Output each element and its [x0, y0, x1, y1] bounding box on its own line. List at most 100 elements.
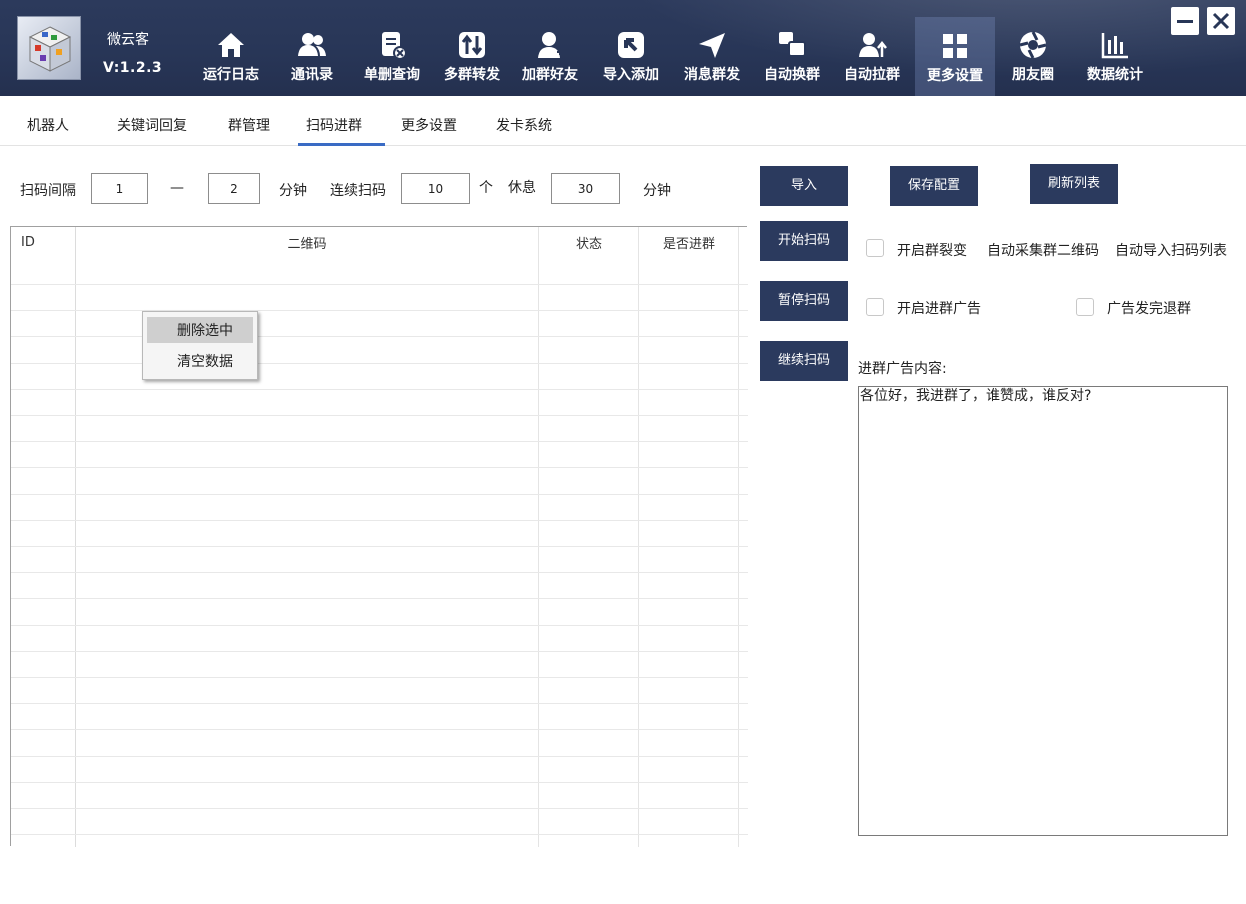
join-ad-checkbox[interactable]	[866, 298, 884, 316]
group-fission-label: 开启群裂变	[897, 243, 967, 259]
tab-group-management[interactable]: 群管理	[228, 115, 270, 135]
nav-item-add-group-friends[interactable]: 加群好友	[515, 16, 585, 96]
import-button[interactable]: 导入	[760, 166, 848, 206]
menu-item-clear-data[interactable]: 清空数据	[147, 348, 253, 374]
nav-label: 自动换群	[764, 67, 820, 83]
app-version: V:1.2.3	[103, 60, 163, 76]
nav-label: 加群好友	[522, 67, 578, 83]
nav-item-single-delete-check[interactable]: 单删查询	[357, 16, 427, 96]
nav-item-auto-switch-group[interactable]: 自动换群	[757, 16, 827, 96]
ad-content-label: 进群广告内容:	[858, 361, 947, 377]
minimize-button[interactable]	[1171, 7, 1199, 35]
column-divider	[75, 227, 76, 847]
nav-label: 多群转发	[444, 67, 500, 83]
table-row-line	[11, 441, 748, 442]
rest-minute-unit-label: 分钟	[643, 183, 671, 199]
interval-max-input[interactable]: 2	[208, 173, 260, 204]
nav-label: 导入添加	[603, 67, 659, 83]
nav-item-mass-message[interactable]: 消息群发	[677, 16, 747, 96]
column-divider	[638, 227, 639, 847]
table-row-line	[11, 389, 748, 390]
column-header-joined[interactable]: 是否进群	[639, 227, 739, 258]
range-dash: —	[170, 180, 184, 196]
continue-scan-button[interactable]: 继续扫码	[760, 341, 848, 381]
add-friend-icon	[538, 32, 563, 58]
interval-min-input[interactable]: 1	[91, 173, 148, 204]
delete-check-icon	[382, 32, 407, 60]
nav-label: 单删查询	[364, 67, 420, 83]
nav-item-multi-forward[interactable]: 多群转发	[437, 16, 507, 96]
contacts-icon	[298, 33, 326, 56]
pause-scan-button[interactable]: 暂停扫码	[760, 281, 848, 321]
nav-item-run-log[interactable]: 运行日志	[196, 16, 266, 96]
tab-more-settings[interactable]: 更多设置	[401, 115, 457, 135]
nav-label: 运行日志	[203, 67, 259, 83]
table-row-line	[11, 494, 748, 495]
tab-keyword-reply[interactable]: 关键词回复	[117, 115, 187, 135]
tab-scan-join-group[interactable]: 扫码进群	[306, 115, 362, 135]
nav-item-more-settings[interactable]: 更多设置	[915, 17, 995, 96]
table-row-line	[11, 546, 748, 547]
grid-icon	[943, 34, 967, 58]
start-scan-button[interactable]: 开始扫码	[760, 221, 848, 261]
column-divider	[738, 227, 739, 847]
close-icon	[1212, 12, 1230, 30]
menu-item-delete-selected[interactable]: 删除选中	[147, 317, 253, 343]
nav-label: 数据统计	[1087, 67, 1143, 83]
import-icon	[618, 32, 644, 58]
app-logo	[17, 16, 81, 80]
group-fission-checkbox[interactable]	[866, 239, 884, 257]
table-row-line	[11, 703, 748, 704]
column-header-id[interactable]: ID	[21, 227, 35, 258]
send-icon	[699, 33, 725, 58]
nav-item-import-add[interactable]: 导入添加	[596, 16, 666, 96]
app-name: 微云客	[107, 32, 149, 48]
save-config-button[interactable]: 保存配置	[890, 166, 978, 206]
table-row-line	[11, 284, 748, 285]
table-context-menu: 删除选中 清空数据	[142, 311, 258, 380]
continuous-count-input[interactable]: 10	[401, 173, 470, 204]
table-row-line	[11, 415, 748, 416]
tab-robot[interactable]: 机器人	[27, 115, 69, 135]
continuous-scan-label: 连续扫码	[330, 183, 386, 199]
column-divider	[538, 227, 539, 847]
table-row-line	[11, 729, 748, 730]
table-row-line	[11, 625, 748, 626]
rest-minutes-input[interactable]: 30	[551, 173, 620, 204]
nav-item-data-stats[interactable]: 数据统计	[1079, 16, 1151, 96]
column-header-qrcode[interactable]: 二维码	[75, 227, 539, 258]
table-row-line	[11, 651, 748, 652]
minimize-icon	[1177, 20, 1193, 23]
transfer-icon	[459, 32, 485, 58]
rest-label: 休息	[508, 180, 536, 196]
nav-item-moments[interactable]: 朋友圈	[1005, 16, 1061, 96]
tab-card-system[interactable]: 发卡系统	[496, 115, 552, 135]
quit-after-ad-label: 广告发完退群	[1107, 301, 1191, 317]
minute-unit-label: 分钟	[279, 183, 307, 199]
aperture-icon	[1019, 31, 1047, 59]
table-row-line	[11, 677, 748, 678]
auto-import-label: 自动导入扫码列表	[1115, 243, 1227, 259]
nav-item-auto-pull-group[interactable]: 自动拉群	[837, 16, 907, 96]
close-button[interactable]	[1207, 7, 1235, 35]
switch-group-icon	[779, 32, 806, 57]
count-unit-label: 个	[479, 180, 493, 196]
table-row-line	[11, 572, 748, 573]
join-ad-label: 开启进群广告	[897, 301, 981, 317]
nav-label: 通讯录	[291, 67, 333, 83]
sub-tab-bar: 机器人 关键词回复 群管理 扫码进群 更多设置 发卡系统	[0, 96, 1246, 146]
table-row-line	[11, 520, 748, 521]
nav-item-contacts[interactable]: 通讯录	[285, 16, 339, 96]
cube-logo-icon	[28, 26, 72, 72]
nav-label: 朋友圈	[1012, 67, 1054, 83]
column-header-status[interactable]: 状态	[539, 227, 639, 258]
nav-label: 更多设置	[927, 68, 983, 84]
table-row-line	[11, 834, 748, 835]
ad-content-textarea[interactable]: 各位好，我进群了，谁赞成，谁反对?	[858, 386, 1228, 836]
refresh-list-button[interactable]: 刷新列表	[1030, 164, 1118, 204]
table-row-line	[11, 782, 748, 783]
qrcode-table[interactable]: ID 二维码 状态 是否进群	[10, 226, 748, 847]
table-row-line	[11, 363, 748, 364]
bar-chart-icon	[1101, 33, 1128, 59]
quit-after-ad-checkbox[interactable]	[1076, 298, 1094, 316]
